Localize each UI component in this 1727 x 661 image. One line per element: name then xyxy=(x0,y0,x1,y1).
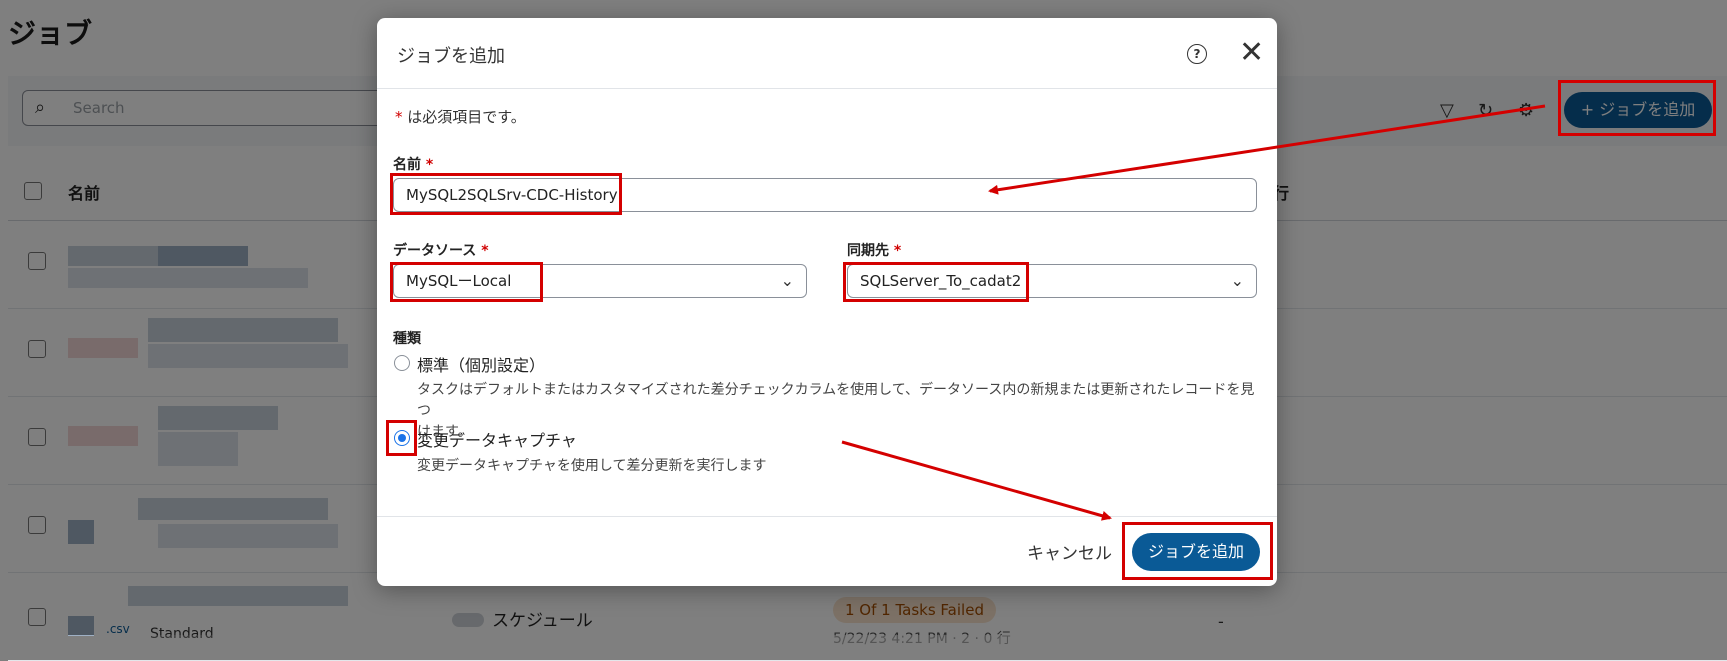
arrow-to-add-job xyxy=(841,440,1112,521)
arrow-to-name xyxy=(988,104,1546,195)
annotation-arrows xyxy=(841,104,1546,521)
